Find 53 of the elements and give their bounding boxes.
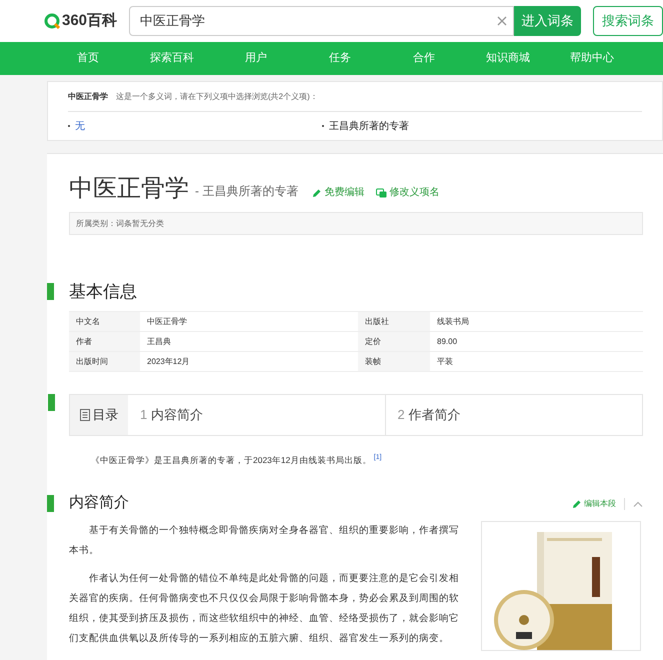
- body-paragraph: 基于有关骨骼的一个独特概念即骨骼疾病对全身各器官、组织的重要影响，作者撰写本书。: [69, 524, 460, 558]
- pencil-icon: [572, 498, 582, 508]
- section-heading: 内容简介: [69, 493, 130, 514]
- rename-link[interactable]: 修改义项名: [376, 185, 440, 200]
- toc-label: 目录: [92, 406, 118, 424]
- info-value: 线装书局: [436, 316, 470, 328]
- section-marker: [47, 283, 54, 300]
- section-marker: [48, 394, 55, 410]
- rename-icon: [376, 188, 388, 198]
- body-paragraph: 作者认为任何一处骨骼的错位不单纯是此处骨骼的问题，而更要注意的是它会引发相关器官的疾病。任何骨骼病变也不只仅仅会局限于影响骨骼本身，势必会累及到周围的软组织，使其受到挤压及损伤，而这些软组织中的神经、血管、经络受损伤了，就会影响它们支配供血供氧以及所传导的一系列相应的五脏六腑、组织、器官发生一系列的病变。: [69, 572, 460, 646]
- enter-entry-button[interactable]: 进入词条: [514, 6, 581, 36]
- info-label: 装帧: [358, 352, 430, 370]
- info-value: 中医正骨学: [146, 316, 188, 328]
- info-label: 作者: [69, 332, 140, 350]
- entry-title: 中医正骨学: [69, 174, 189, 204]
- toc-link[interactable]: 2 作者简介: [384, 394, 642, 434]
- edit-link[interactable]: 免费编辑: [312, 185, 364, 200]
- section-marker: [47, 495, 54, 512]
- nav-link[interactable]: 探索百科: [130, 42, 214, 75]
- entry-subtitle: - 王昌典所著的专著: [195, 183, 298, 200]
- info-label: 中文名: [69, 312, 140, 330]
- nav-link[interactable]: 任务: [298, 42, 382, 75]
- category-bar: 所属类别：词条暂无分类: [69, 212, 643, 235]
- logo-icon: [44, 13, 60, 29]
- disambiguation-note: 这是一个多义词，请在下列义项中选择浏览(共2个义项)：: [116, 90, 318, 102]
- term-label: 中医正骨学: [68, 90, 108, 102]
- info-value: 平装: [436, 356, 454, 368]
- logo-text: 360百科: [62, 10, 118, 31]
- clear-icon[interactable]: [497, 16, 508, 26]
- sense-link[interactable]: 无: [75, 118, 85, 134]
- search-field[interactable]: 中医正骨学: [129, 6, 514, 36]
- info-value: 89.00: [436, 336, 458, 348]
- nav-link[interactable]: 用户: [214, 42, 298, 75]
- info-label: 出版时间: [69, 352, 140, 370]
- nav-link[interactable]: 帮助中心: [550, 42, 634, 75]
- list-icon: [80, 408, 90, 420]
- collapse-icon[interactable]: [633, 500, 643, 506]
- nav-link[interactable]: 首页: [46, 42, 130, 75]
- info-value: 2023年12月: [146, 356, 191, 368]
- nav-link[interactable]: 知识商城: [466, 42, 550, 75]
- section-heading: 基本信息: [69, 281, 137, 303]
- edit-section-link[interactable]: 编辑本段: [572, 498, 625, 510]
- search-text: 中医正骨学: [140, 12, 206, 30]
- toc-link[interactable]: 1 内容简介: [128, 394, 384, 434]
- info-value: 王昌典: [146, 336, 172, 348]
- info-label: 定价: [358, 332, 430, 350]
- reference-link[interactable]: [1]: [374, 454, 382, 461]
- summary-text: 《中医正骨学》是王昌典所著的专著，于2023年12月由线装书局出版。 $^{[1]}$: [90, 454, 383, 466]
- nav-link[interactable]: 合作: [382, 42, 466, 75]
- info-label: 出版社: [358, 312, 430, 330]
- sense-link[interactable]: 王昌典所著的专著: [329, 118, 409, 134]
- search-entry-button[interactable]: 搜索词条: [593, 6, 663, 36]
- pencil-icon: [312, 188, 322, 198]
